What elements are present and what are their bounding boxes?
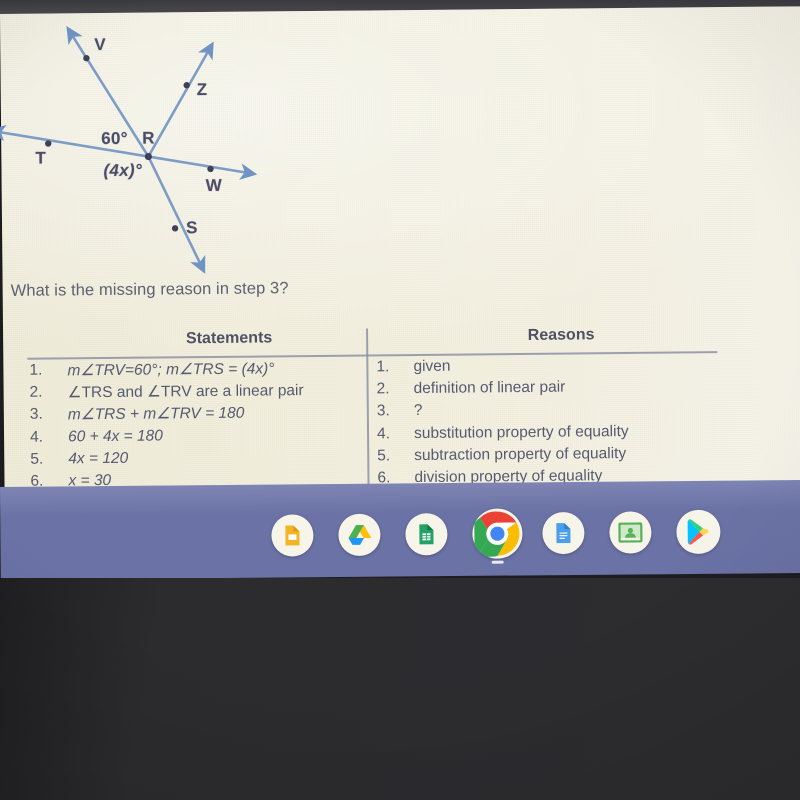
figure-label-z: Z bbox=[196, 80, 208, 100]
google-docs-icon[interactable] bbox=[542, 511, 585, 555]
reason-text: ? bbox=[413, 402, 423, 420]
point-S bbox=[171, 225, 179, 232]
angle-measure-trs: (4x)° bbox=[103, 160, 143, 181]
figure-label-s: S bbox=[185, 218, 198, 238]
two-column-proof-table: Statements Reasons 1. m∠TRV=60°; m∠TRS =… bbox=[21, 325, 733, 490]
column-header-reasons: Reasons bbox=[527, 326, 595, 344]
chromeos-shelf bbox=[0, 480, 800, 580]
figure-label-w: W bbox=[205, 175, 223, 196]
point-V bbox=[83, 54, 90, 62]
statement-number: 4. bbox=[29, 428, 44, 446]
reason-number: 4. bbox=[376, 424, 391, 442]
reason-text: subtraction property of equality bbox=[414, 444, 627, 464]
statement-number: 1. bbox=[29, 361, 43, 379]
table-body: 1. m∠TRV=60°; m∠TRS = (4x)° 1. given 2. … bbox=[21, 355, 734, 495]
point-T bbox=[45, 140, 52, 147]
statement-text: ∠TRS and ∠TRV are a linear pair bbox=[67, 382, 304, 402]
point-R bbox=[144, 152, 152, 161]
google-classroom-icon[interactable] bbox=[609, 511, 652, 554]
statement-text: m∠TRV=60°; m∠TRS = (4x)° bbox=[67, 360, 275, 380]
statement-number: 5. bbox=[30, 450, 44, 468]
reason-text: given bbox=[413, 357, 451, 376]
reason-number: 5. bbox=[377, 447, 391, 465]
angle-measure-trv: 60° bbox=[101, 128, 128, 149]
reason-number: 1. bbox=[376, 358, 390, 376]
point-Z bbox=[183, 82, 190, 89]
photo-dark-background bbox=[0, 578, 800, 800]
point-W bbox=[207, 165, 214, 173]
reason-text: definition of linear pair bbox=[413, 378, 566, 398]
google-chrome-icon[interactable] bbox=[472, 508, 523, 559]
google-slides-icon[interactable] bbox=[271, 514, 314, 557]
reason-number: 3. bbox=[376, 402, 390, 420]
google-play-store-icon[interactable] bbox=[676, 509, 721, 555]
angle-diagram: V Z T R W S 60° (4x)° bbox=[0, 5, 293, 278]
statement-number: 2. bbox=[29, 383, 43, 401]
figure-label-v: V bbox=[94, 34, 107, 55]
reason-number: 2. bbox=[376, 380, 390, 398]
shelf-app-dock bbox=[0, 480, 800, 580]
google-sheets-icon[interactable] bbox=[405, 513, 448, 556]
document-content: V Z T R W S 60° (4x)° What is the missin… bbox=[0, 6, 800, 490]
statement-number: 3. bbox=[29, 405, 43, 424]
column-header-statements: Statements bbox=[185, 329, 273, 348]
document-page: V Z T R W S 60° (4x)° What is the missin… bbox=[0, 6, 800, 490]
statement-text: 4x = 120 bbox=[68, 449, 129, 468]
statement-text: m∠TRS + m∠TRV = 180 bbox=[67, 405, 245, 424]
google-drive-icon[interactable] bbox=[338, 513, 381, 557]
reason-text: substitution property of equality bbox=[413, 422, 629, 442]
figure-label-r: R bbox=[142, 128, 155, 148]
photographed-screen: V Z T R W S 60° (4x)° What is the missin… bbox=[0, 0, 800, 800]
chrome-active-indicator bbox=[491, 560, 504, 564]
statement-text: 60 + 4x = 180 bbox=[67, 427, 163, 445]
question-prompt: What is the missing reason in step 3? bbox=[10, 279, 289, 300]
figure-label-t: T bbox=[35, 148, 47, 168]
